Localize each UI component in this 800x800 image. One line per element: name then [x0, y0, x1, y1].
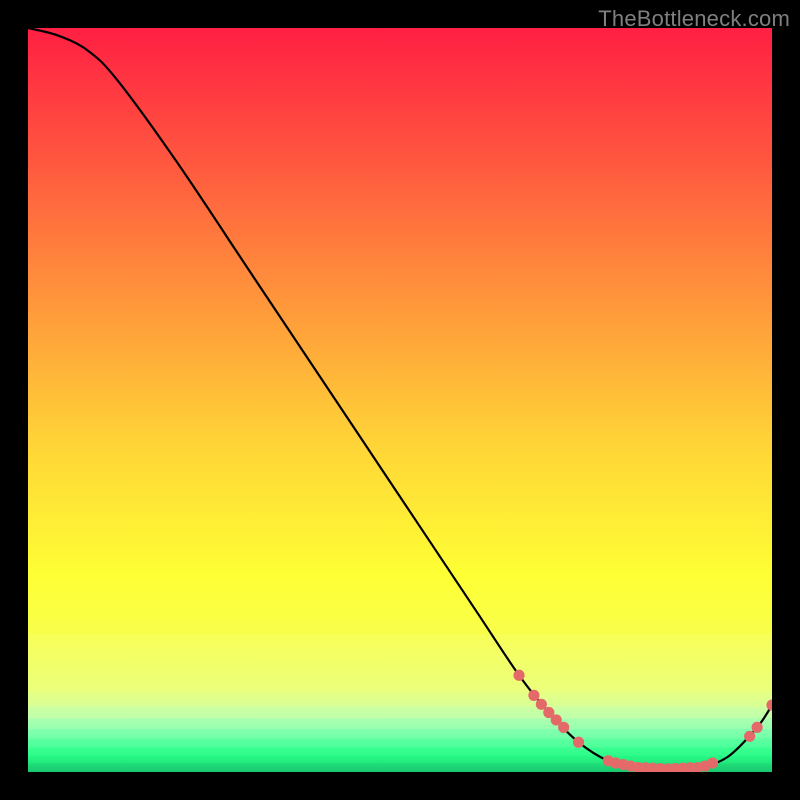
chart-stage: TheBottleneck.com: [0, 0, 800, 800]
chart-svg: [28, 28, 772, 772]
curve-marker: [752, 722, 763, 733]
bg-band: [28, 718, 772, 729]
curve-marker: [573, 737, 584, 748]
bg-band: [28, 729, 772, 739]
bg-band: [28, 756, 772, 764]
curve-marker: [528, 690, 539, 701]
curve-marker: [707, 757, 718, 768]
chart-plot: [28, 28, 772, 772]
curve-marker: [513, 670, 524, 681]
bg-band: [28, 692, 772, 707]
curve-marker: [744, 731, 755, 742]
bg-band: [28, 28, 772, 635]
bg-band: [28, 707, 772, 719]
bg-band: [28, 739, 772, 748]
bg-band: [28, 747, 772, 756]
bg-band: [28, 634, 772, 692]
curve-marker: [558, 722, 569, 733]
